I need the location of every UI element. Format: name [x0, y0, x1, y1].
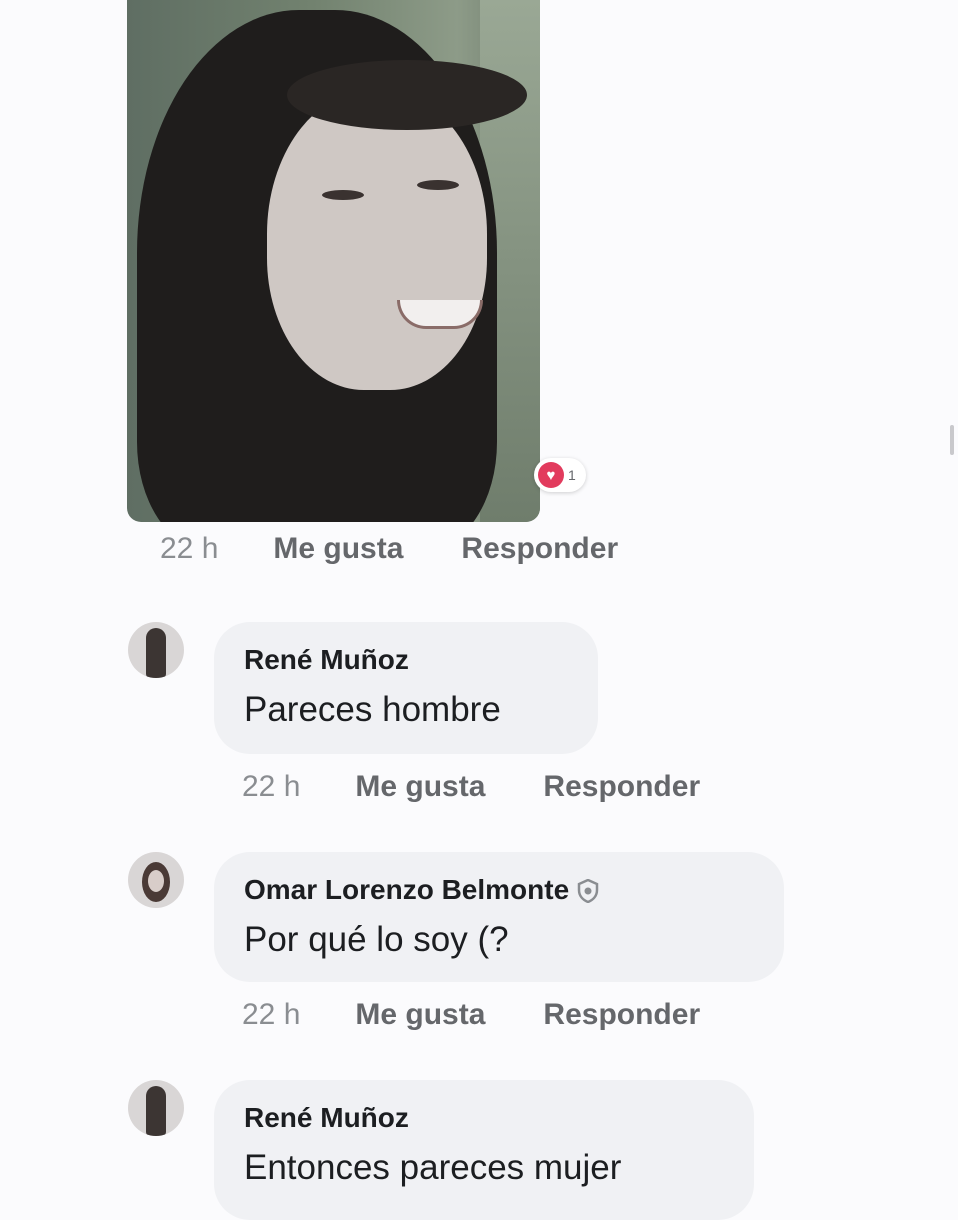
avatar-figure [146, 628, 166, 678]
comment-author[interactable]: Omar Lorenzo Belmonte [244, 874, 569, 906]
reaction-count: 1 [568, 467, 576, 483]
avatar[interactable] [128, 1080, 184, 1136]
photo-eye-left [322, 190, 364, 200]
photo-face [267, 90, 487, 390]
comment-actions: 22 h Me gusta Responder [242, 998, 700, 1032]
reaction-summary[interactable]: ♥ 1 [534, 458, 586, 492]
photo-eye-right [417, 180, 459, 190]
photo-fringe [287, 60, 527, 130]
comment-bubble: Omar Lorenzo Belmonte Por qué lo soy (? [214, 852, 784, 982]
reply-button[interactable]: Responder [461, 532, 618, 566]
avatar[interactable] [128, 852, 184, 908]
heart-icon: ♥ [538, 462, 564, 488]
like-button[interactable]: Me gusta [355, 770, 485, 804]
comment-bubble: René Muñoz Pareces hombre [214, 622, 598, 754]
reply-button[interactable]: Responder [543, 998, 700, 1032]
avatar-face [148, 870, 164, 892]
comment-photo[interactable] [127, 0, 540, 522]
post-actions: 22 h Me gusta Responder [160, 532, 618, 566]
timestamp: 22 h [242, 998, 301, 1031]
shield-badge-icon [577, 878, 599, 904]
scrollbar[interactable] [950, 425, 954, 455]
comment-text: Pareces hombre [244, 690, 501, 729]
comment-author[interactable]: René Muñoz [244, 644, 409, 676]
comment-actions: 22 h Me gusta Responder [242, 770, 700, 804]
like-button[interactable]: Me gusta [355, 998, 485, 1032]
comment-author[interactable]: René Muñoz [244, 1102, 409, 1134]
avatar[interactable] [128, 622, 184, 678]
like-button[interactable]: Me gusta [273, 532, 403, 566]
reply-button[interactable]: Responder [543, 770, 700, 804]
timestamp: 22 h [160, 532, 219, 565]
comment-bubble: René Muñoz Entonces pareces mujer [214, 1080, 754, 1220]
timestamp: 22 h [242, 770, 301, 803]
avatar-figure [146, 1086, 166, 1136]
comment-text: Entonces pareces mujer [244, 1148, 622, 1187]
comment-text: Por qué lo soy (? [244, 920, 509, 959]
